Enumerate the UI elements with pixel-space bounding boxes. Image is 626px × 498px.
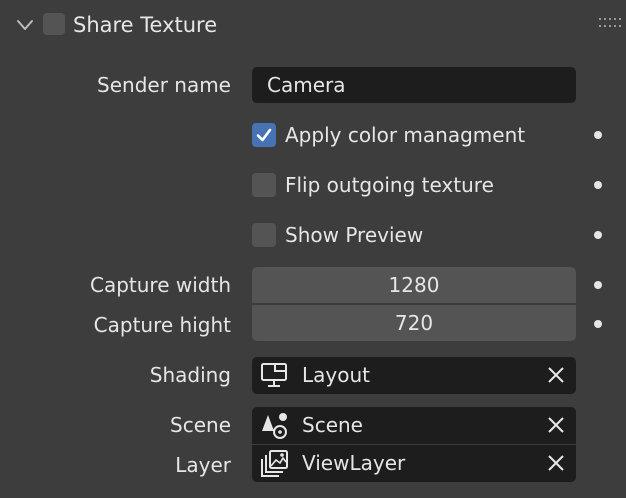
show-preview-label: Show Preview (285, 223, 424, 247)
capture-height-value: 720 (394, 311, 434, 335)
panel-header[interactable]: Share Texture (0, 0, 626, 50)
scene-value: Scene (302, 413, 363, 437)
shading-label: Shading (149, 363, 231, 387)
capture-height-label: Capture hight (93, 313, 231, 337)
show-preview-checkbox[interactable] (252, 223, 276, 247)
sender-name-value: Camera (267, 73, 346, 97)
scene-icon (262, 413, 287, 439)
scene-label: Scene (170, 413, 231, 437)
keyframe-dot-icon[interactable] (594, 281, 602, 289)
flip-texture-label: Flip outgoing texture (285, 173, 494, 197)
shading-value: Layout (302, 363, 370, 387)
close-icon[interactable] (546, 453, 566, 473)
capture-width-value: 1280 (388, 273, 440, 297)
screen-icon (261, 363, 287, 387)
apply-color-management-checkbox[interactable] (252, 123, 276, 147)
panel-enable-checkbox[interactable] (43, 13, 65, 35)
keyframe-dot-icon[interactable] (594, 131, 602, 139)
render-layers-icon (261, 450, 288, 477)
layer-label: Layer (175, 453, 231, 477)
capture-height-field[interactable]: 720 (252, 305, 576, 341)
close-icon[interactable] (546, 365, 566, 385)
sender-name-field[interactable]: Camera (252, 67, 576, 103)
sender-name-label: Sender name (97, 73, 231, 97)
keyframe-dot-icon[interactable] (594, 231, 602, 239)
apply-color-management-label: Apply color managment (285, 123, 526, 147)
share-texture-panel: Share Texture Sender name Camera Apply c… (0, 0, 626, 498)
shading-selector[interactable]: Layout (252, 357, 576, 394)
panel-title: Share Texture (73, 13, 218, 37)
checkmark-icon (256, 128, 272, 142)
view-layer-selector[interactable]: ViewLayer (252, 445, 576, 482)
keyframe-dot-icon[interactable] (594, 320, 602, 328)
capture-width-field[interactable]: 1280 (252, 267, 576, 303)
close-icon[interactable] (546, 415, 566, 435)
chevron-down-icon[interactable] (14, 14, 36, 36)
flip-texture-checkbox[interactable] (252, 173, 276, 197)
drag-handle-icon[interactable] (598, 16, 622, 30)
keyframe-dot-icon[interactable] (594, 181, 602, 189)
scene-selector[interactable]: Scene (252, 407, 576, 444)
capture-width-label: Capture width (89, 273, 231, 297)
view-layer-value: ViewLayer (302, 451, 406, 475)
